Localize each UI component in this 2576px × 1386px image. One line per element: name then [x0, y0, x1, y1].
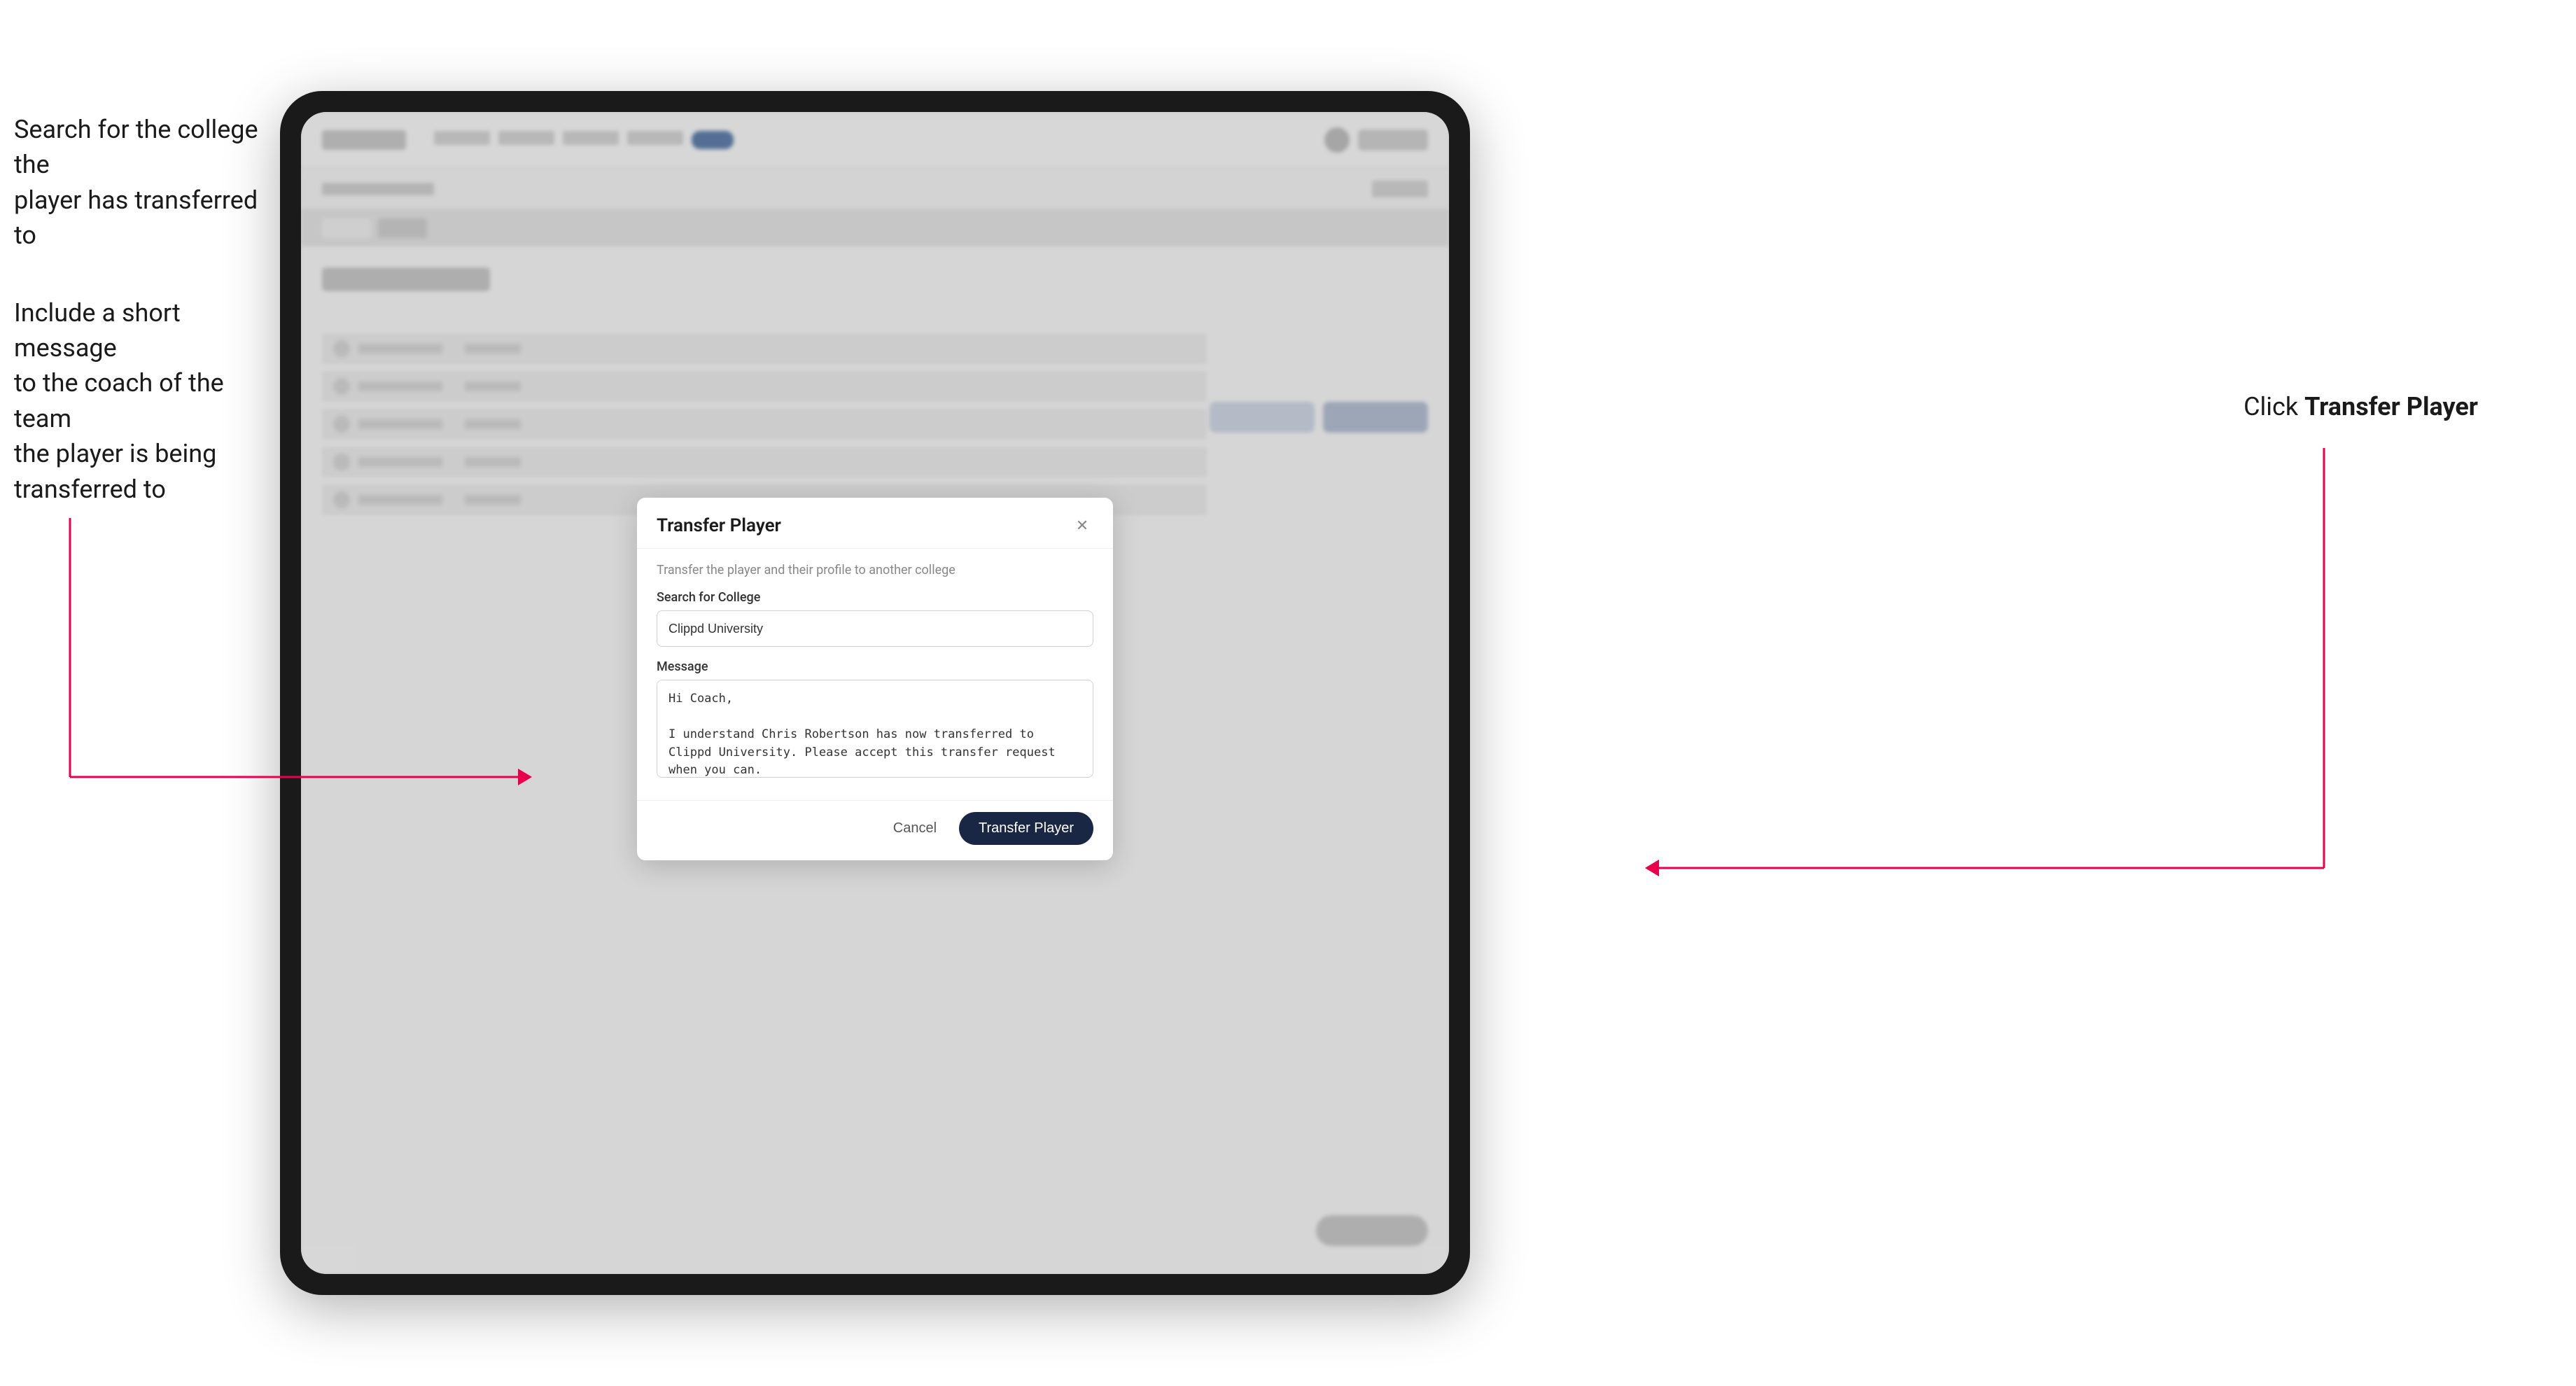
- transfer-player-modal: Transfer Player ✕ Transfer the player an…: [637, 498, 1113, 860]
- tablet-frame: Transfer Player ✕ Transfer the player an…: [280, 91, 1470, 1295]
- annotation-text-4: to the coach of the team: [14, 368, 224, 433]
- tablet-screen: Transfer Player ✕ Transfer the player an…: [301, 112, 1449, 1274]
- modal-title: Transfer Player: [657, 515, 781, 536]
- modal-header: Transfer Player ✕: [637, 498, 1113, 549]
- message-textarea[interactable]: Hi Coach, I understand Chris Robertson h…: [657, 680, 1093, 778]
- modal-overlay: Transfer Player ✕ Transfer the player an…: [301, 112, 1449, 1274]
- transfer-player-button[interactable]: Transfer Player: [959, 812, 1093, 845]
- modal-close-button[interactable]: ✕: [1071, 514, 1093, 537]
- cancel-button[interactable]: Cancel: [882, 813, 948, 844]
- annotation-right: Click Transfer Player: [2244, 392, 2478, 421]
- annotation-text-1: Search for the college the: [14, 115, 258, 179]
- modal-body: Transfer the player and their profile to…: [637, 549, 1113, 800]
- modal-footer: Cancel Transfer Player: [637, 800, 1113, 860]
- annotation-text-5: the player is being: [14, 439, 216, 468]
- search-college-label: Search for College: [657, 590, 1093, 605]
- annotation-text-2: player has transferred to: [14, 186, 258, 250]
- message-label: Message: [657, 659, 1093, 674]
- annotation-right-bold: Transfer Player: [2304, 392, 2478, 421]
- annotation-right-prefix: Click: [2244, 392, 2304, 421]
- search-college-input[interactable]: [657, 610, 1093, 647]
- annotation-text-6: transferred to: [14, 475, 166, 504]
- modal-subtitle: Transfer the player and their profile to…: [657, 563, 1093, 578]
- annotation-text-3: Include a short message: [14, 298, 181, 363]
- close-icon: ✕: [1076, 517, 1088, 535]
- annotation-left: Search for the college the player has tr…: [14, 112, 273, 549]
